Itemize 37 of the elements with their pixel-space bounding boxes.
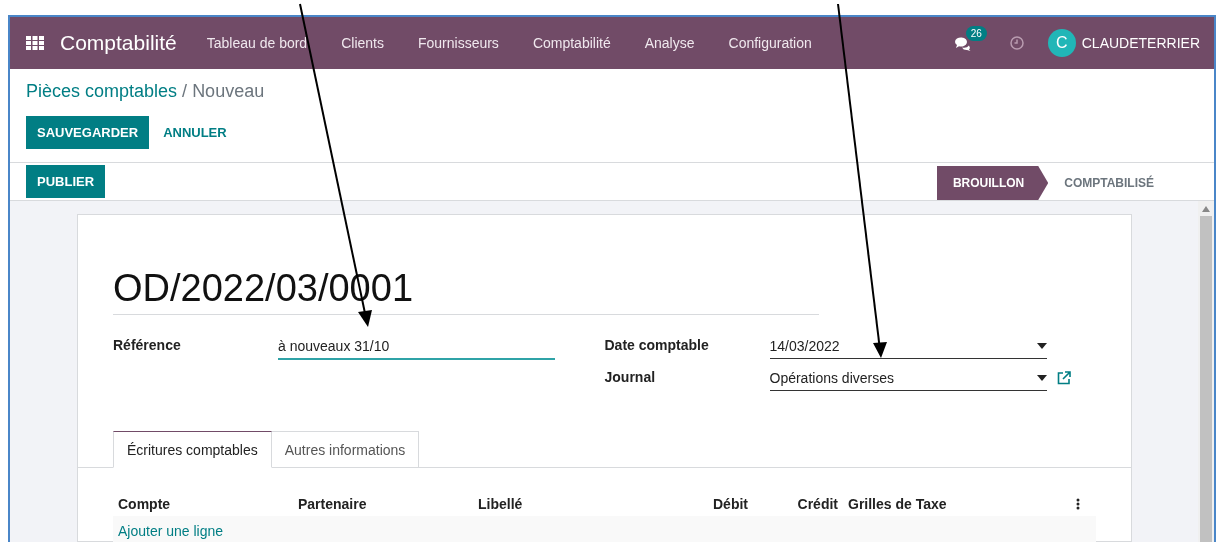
status-stage[interactable]: BROUILLON	[936, 166, 1049, 200]
scrollbar[interactable]	[1198, 201, 1214, 542]
column-header: Compte	[117, 496, 172, 512]
caret-icon[interactable]	[1036, 375, 1047, 381]
tab[interactable]: Écritures comptables	[113, 431, 272, 468]
menu-item[interactable]: Fournisseurs	[417, 35, 499, 51]
clock-icon[interactable]	[1009, 36, 1024, 50]
input-field[interactable]: Opérations diverses	[769, 369, 1047, 391]
user-name[interactable]: CLAUDETERRIER	[1081, 35, 1200, 51]
menu-item[interactable]: Clients	[341, 35, 384, 51]
message-count-badge: 26	[965, 25, 987, 41]
discard-button[interactable]: ANNULER	[153, 116, 237, 149]
more-options-icon[interactable]	[1076, 498, 1080, 510]
save-button[interactable]: SAUVEGARDER	[26, 116, 150, 149]
add-line-link[interactable]: Ajouter une ligne	[118, 523, 224, 539]
external-link-icon[interactable]	[1056, 371, 1071, 385]
publish-button[interactable]: PUBLIER	[26, 165, 106, 198]
column-header: Libellé	[477, 496, 524, 512]
menu-item[interactable]: Analyse	[644, 35, 695, 51]
input-field[interactable]: à nouveaux 31/10	[278, 337, 555, 360]
app-name: Comptabilité	[60, 31, 177, 55]
column-header: Débit	[712, 496, 749, 512]
field-label: Référence	[113, 337, 182, 353]
column-header: Grilles de Taxe	[847, 496, 948, 512]
chat-icon[interactable]	[953, 35, 972, 51]
column-header: Partenaire	[297, 496, 368, 512]
tab[interactable]: Autres informations	[271, 431, 420, 468]
scroll-up-icon[interactable]	[1202, 206, 1210, 212]
menu-item[interactable]: Tableau de bord	[206, 35, 308, 51]
apps-menu-icon[interactable]	[26, 36, 44, 50]
field-label: Journal	[604, 369, 657, 385]
column-header: Crédit	[796, 496, 839, 512]
menu-item[interactable]: Comptabilité	[532, 35, 611, 51]
field-label: Date comptable	[604, 337, 710, 353]
breadcrumb: Pièces comptables / Nouveau	[26, 81, 266, 102]
caret-icon[interactable]	[1036, 343, 1047, 349]
menu-item[interactable]: Configuration	[728, 35, 812, 51]
